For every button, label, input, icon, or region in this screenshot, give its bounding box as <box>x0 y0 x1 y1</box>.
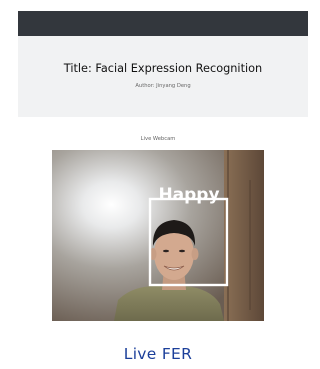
caption-live-fer: Live FER <box>123 345 193 363</box>
webcam-label: Live Webcam <box>140 136 176 142</box>
webcam-feed: Happy <box>52 150 264 321</box>
page-header: Title: Facial Expression Recognition Aut… <box>18 36 308 117</box>
top-nav-bar <box>18 11 308 36</box>
author-line: Author: Jinyang Deng <box>135 83 191 89</box>
page-title: Title: Facial Expression Recognition <box>63 62 263 75</box>
emotion-label: Happy <box>158 185 219 205</box>
